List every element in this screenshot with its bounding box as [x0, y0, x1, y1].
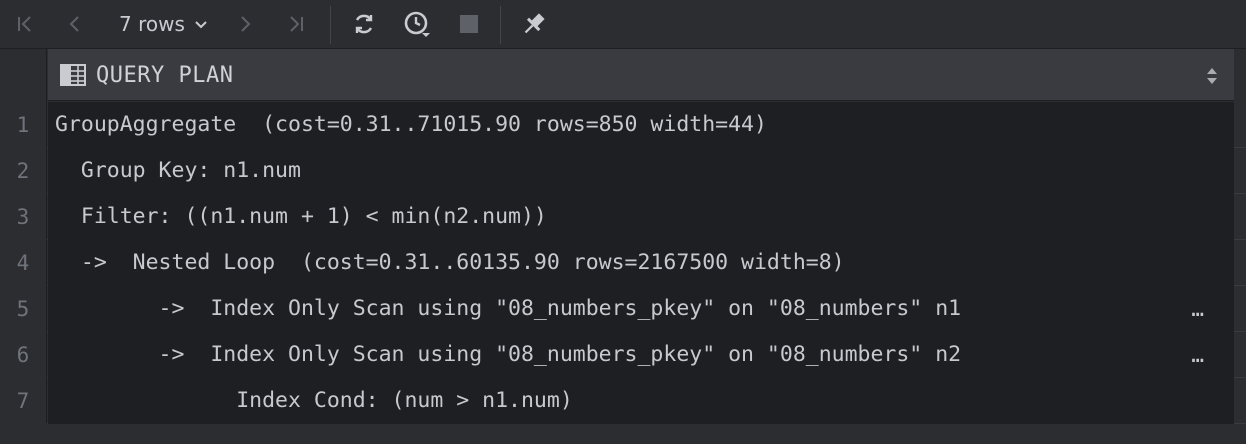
results-toolbar: 7 rows	[0, 0, 1246, 49]
query-plan-cell[interactable]: -> Index Only Scan using "08_numbers_pke…	[48, 286, 1234, 332]
pin-icon[interactable]	[516, 0, 552, 48]
table-row[interactable]: 6 -> Index Only Scan using "08_numbers_p…	[0, 332, 1246, 378]
row-number-gutter-header	[0, 49, 47, 102]
prev-page-icon[interactable]	[60, 0, 90, 48]
first-page-icon[interactable]	[10, 0, 40, 48]
rows-count-label: 7 rows	[119, 12, 185, 36]
table-row[interactable]: 2 Group Key: n1.num	[0, 148, 1246, 194]
history-icon[interactable]	[399, 0, 435, 48]
table-row[interactable]: 3 Filter: ((n1.num + 1) < min(n2.num))	[0, 194, 1246, 240]
query-plan-cell[interactable]: -> Index Only Scan using "08_numbers_pke…	[48, 332, 1234, 378]
row-number: 6	[0, 332, 47, 378]
chevron-down-icon	[195, 21, 207, 29]
table-row[interactable]: 1 GroupAggregate (cost=0.31..71015.90 ro…	[0, 102, 1246, 148]
row-number: 2	[0, 148, 47, 194]
query-plan-cell[interactable]: GroupAggregate (cost=0.31..71015.90 rows…	[48, 102, 1234, 148]
toolbar-divider	[500, 6, 501, 44]
column-title: QUERY PLAN	[96, 63, 234, 88]
row-number: 7	[0, 378, 47, 424]
next-page-icon[interactable]	[230, 0, 260, 48]
toolbar-divider	[330, 6, 331, 44]
table-column-icon	[60, 64, 86, 86]
refresh-icon[interactable]	[348, 0, 380, 48]
last-page-icon[interactable]	[280, 0, 312, 48]
query-plan-cell[interactable]: Filter: ((n1.num + 1) < min(n2.num))	[48, 194, 1234, 240]
rows-count-dropdown[interactable]: 7 rows	[108, 0, 220, 48]
truncation-ellipsis[interactable]: …	[1191, 332, 1204, 378]
row-number: 3	[0, 194, 47, 240]
table-row[interactable]: 5 -> Index Only Scan using "08_numbers_p…	[0, 286, 1246, 332]
query-plan-cell[interactable]: Index Cond: (num > n1.num)	[48, 378, 1234, 424]
grid-empty-area	[0, 424, 1246, 444]
row-number: 1	[0, 102, 47, 148]
sort-icon[interactable]	[1206, 67, 1218, 85]
query-plan-cell[interactable]: Group Key: n1.num	[48, 148, 1234, 194]
column-header-query-plan[interactable]: QUERY PLAN	[48, 49, 1234, 101]
query-plan-cell[interactable]: -> Nested Loop (cost=0.31..60135.90 rows…	[48, 240, 1234, 286]
table-row[interactable]: 4 -> Nested Loop (cost=0.31..60135.90 ro…	[0, 240, 1246, 286]
table-row[interactable]: 7 Index Cond: (num > n1.num)	[0, 378, 1246, 424]
stop-icon[interactable]	[454, 0, 484, 48]
result-grid-header: QUERY PLAN	[0, 49, 1246, 102]
truncation-ellipsis[interactable]: …	[1191, 286, 1204, 332]
result-grid: 1 GroupAggregate (cost=0.31..71015.90 ro…	[0, 102, 1246, 424]
row-number: 4	[0, 240, 47, 286]
row-number: 5	[0, 286, 47, 332]
